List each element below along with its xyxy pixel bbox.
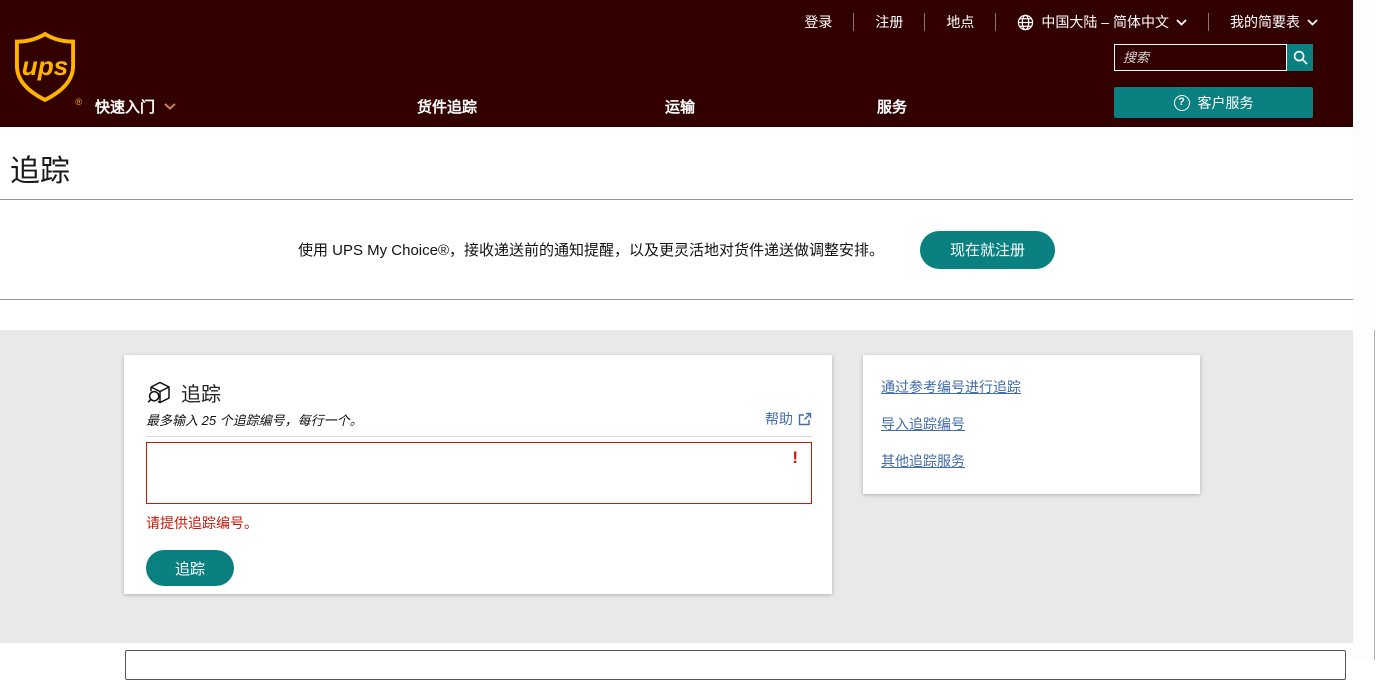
login-label: 登录 — [804, 12, 832, 32]
tracking-links-card: 通过参考编号进行追踪 导入追踪编号 其他追踪服务 — [863, 355, 1200, 494]
nav-quick-start[interactable]: 快速入门 — [95, 96, 176, 117]
divider — [1208, 13, 1209, 31]
customer-service-button[interactable]: ? 客户服务 — [1114, 87, 1313, 118]
nav-services[interactable]: 服务 — [877, 96, 907, 117]
register-label: 注册 — [875, 12, 903, 32]
search-input[interactable] — [1114, 44, 1287, 71]
scrollbar-track[interactable] — [1353, 0, 1376, 660]
chevron-down-icon — [1307, 19, 1318, 26]
profile-label: 我的简要表 — [1230, 12, 1300, 32]
tracking-card-subrow: 最多输入 25 个追踪编号，每行一个。 帮助 — [146, 409, 812, 429]
scrollbar-edge-line — [1374, 330, 1375, 660]
error-message: 请提供追踪编号。 — [146, 513, 812, 533]
ups-logo[interactable]: ups ® — [14, 31, 80, 107]
tracking-card-title: 追踪 — [181, 378, 221, 407]
login-link[interactable]: 登录 — [804, 12, 832, 32]
nav-tracking-label: 货件追踪 — [417, 96, 477, 117]
import-tracking-numbers-link[interactable]: 导入追踪编号 — [881, 414, 1182, 434]
textarea-wrap: ! — [146, 442, 812, 504]
divider — [853, 13, 854, 31]
locations-link[interactable]: 地点 — [946, 12, 974, 32]
external-link-icon — [798, 412, 812, 426]
other-tracking-services-link[interactable]: 其他追踪服务 — [881, 451, 1182, 471]
nav-services-label: 服务 — [877, 96, 907, 117]
divider — [995, 13, 996, 31]
locations-label: 地点 — [946, 12, 974, 32]
tracking-section: 追踪 最多输入 25 个追踪编号，每行一个。 帮助 — [0, 330, 1353, 643]
register-link[interactable]: 注册 — [875, 12, 903, 32]
bottom-band — [0, 643, 1353, 660]
utility-nav: 登录 注册 地点 中国大陆 – 简体中文 我的简要表 — [804, 12, 1318, 32]
globe-icon — [1017, 14, 1034, 31]
search-icon — [1293, 50, 1308, 65]
help-link[interactable]: 帮助 — [765, 409, 812, 429]
nav-shipping[interactable]: 运输 — [665, 96, 695, 117]
svg-text:ups: ups — [22, 51, 68, 81]
banner-text: 使用 UPS My Choice®，接收递送前的通知提醒，以及更灵活地对货件递送… — [298, 239, 884, 260]
divider — [924, 13, 925, 31]
registered-mark: ® — [75, 97, 82, 107]
track-by-reference-link[interactable]: 通过参考编号进行追踪 — [881, 377, 1182, 397]
nav-tracking[interactable]: 货件追踪 — [417, 96, 477, 117]
track-button[interactable]: 追踪 — [146, 550, 234, 586]
title-band: 追踪 — [0, 127, 1353, 200]
divider — [146, 436, 812, 437]
search-button[interactable] — [1287, 44, 1313, 71]
page-title: 追踪 — [0, 127, 1353, 190]
language-label: 中国大陆 – 简体中文 — [1041, 12, 1169, 32]
tracking-card-subtitle: 最多输入 25 个追踪编号，每行一个。 — [146, 410, 363, 429]
nav-quick-start-label: 快速入门 — [95, 96, 155, 117]
site-search — [1114, 44, 1313, 71]
tracking-card: 追踪 最多输入 25 个追踪编号，每行一个。 帮助 — [124, 355, 832, 594]
ups-shield-icon: ups — [14, 31, 76, 103]
page: ups ® 登录 注册 地点 中国大陆 – 简体中文 — [0, 0, 1353, 660]
next-card-partial — [125, 650, 1346, 680]
spacer — [0, 300, 1353, 330]
profile-menu[interactable]: 我的简要表 — [1230, 12, 1318, 32]
mychoice-banner: 使用 UPS My Choice®，接收递送前的通知提醒，以及更灵活地对货件递送… — [0, 200, 1353, 300]
language-selector[interactable]: 中国大陆 – 简体中文 — [1017, 12, 1187, 32]
chevron-down-icon — [164, 103, 176, 110]
package-search-icon — [146, 379, 173, 406]
tracking-card-header: 追踪 — [146, 379, 812, 405]
chevron-down-icon — [1176, 19, 1187, 26]
question-circle-icon: ? — [1174, 95, 1190, 111]
exclamation-icon: ! — [792, 448, 798, 468]
tracking-numbers-textarea[interactable] — [146, 442, 812, 504]
help-label: 帮助 — [765, 409, 793, 429]
nav-shipping-label: 运输 — [665, 96, 695, 117]
customer-service-label: 客户服务 — [1198, 93, 1254, 113]
site-header: ups ® 登录 注册 地点 中国大陆 – 简体中文 — [0, 0, 1353, 127]
signup-now-button[interactable]: 现在就注册 — [920, 231, 1055, 269]
